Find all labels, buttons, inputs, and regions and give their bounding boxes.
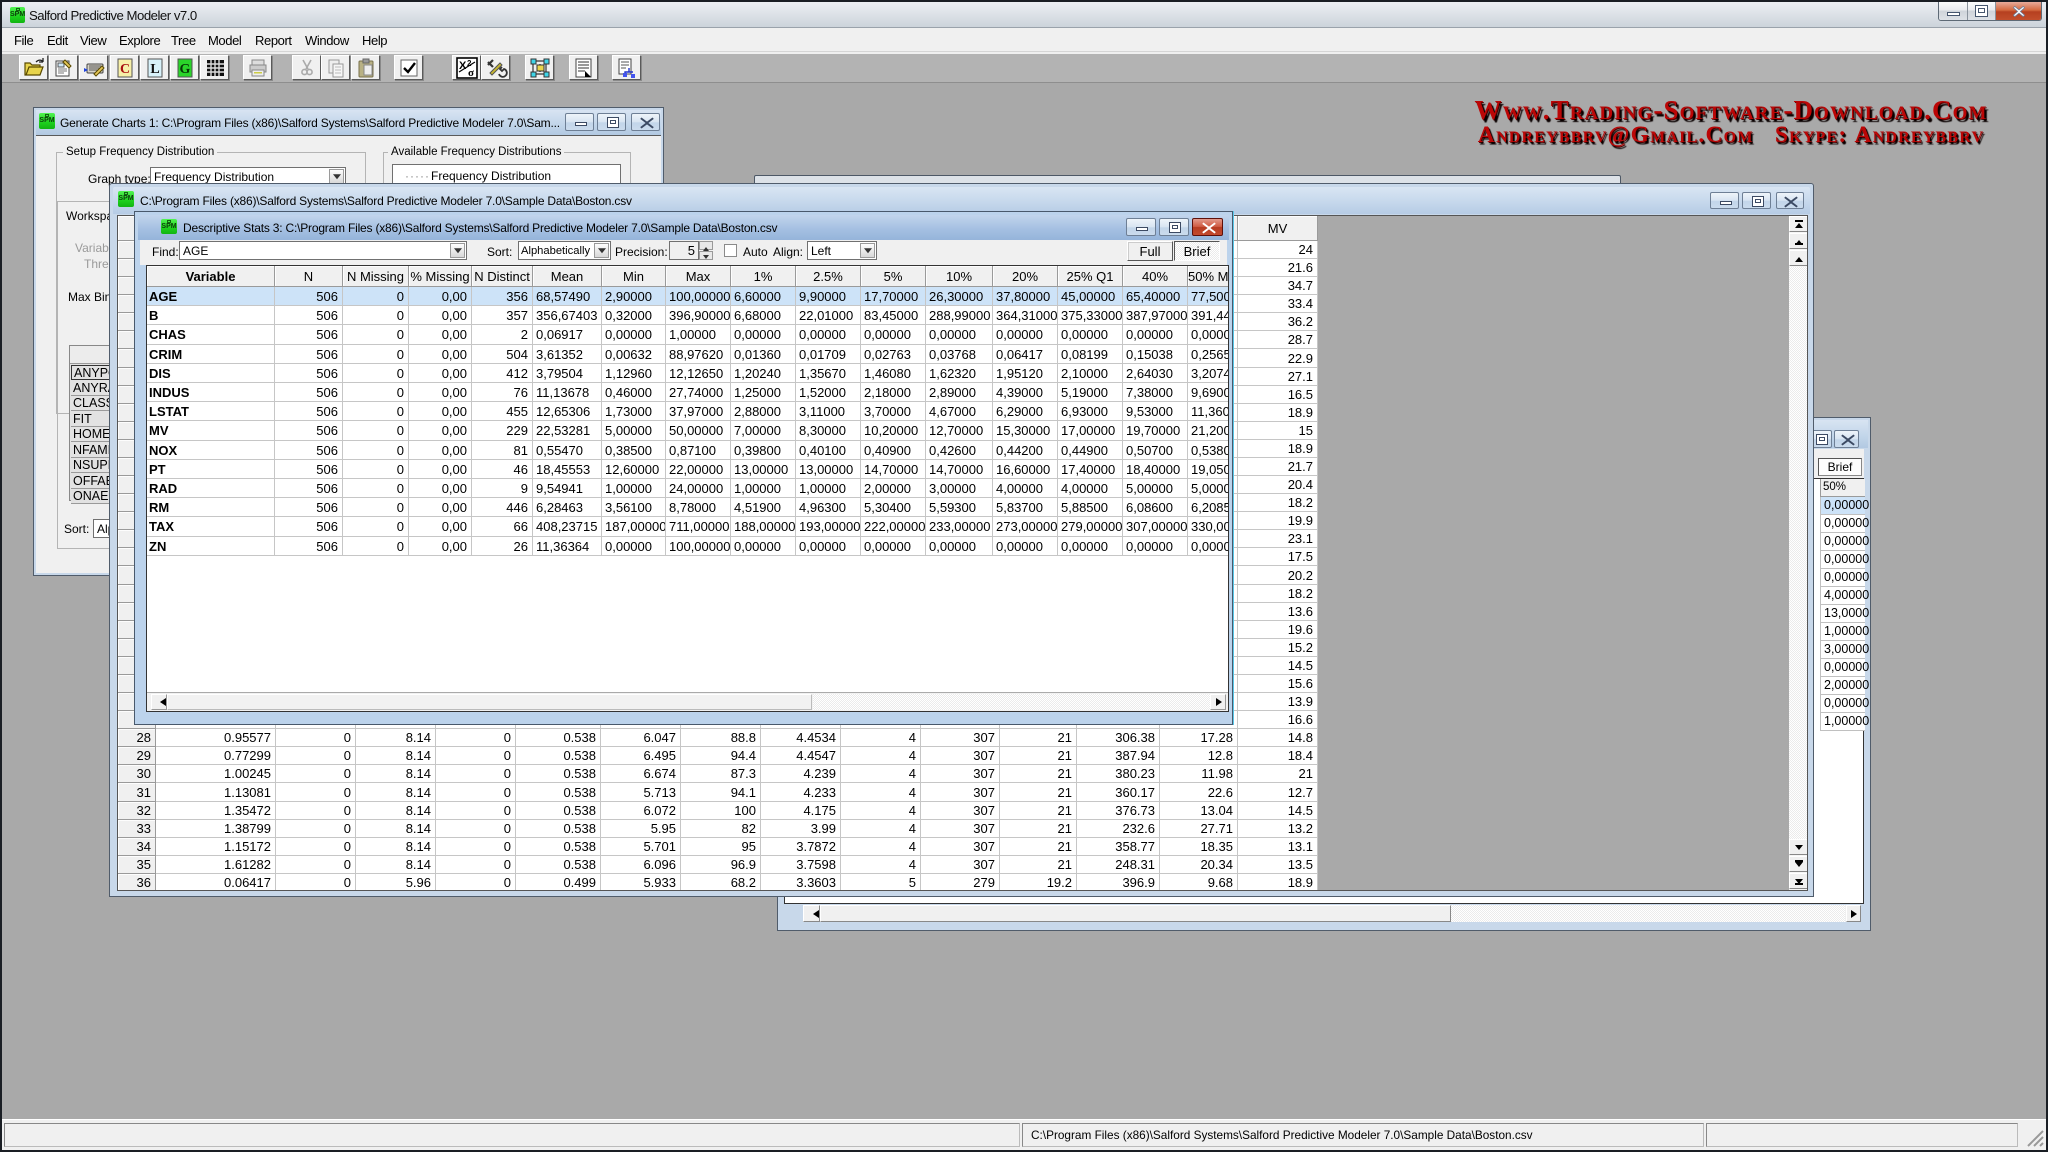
svg-text:C: C <box>120 62 130 77</box>
svg-text:L: L <box>150 62 159 77</box>
svg-text:G: G <box>180 62 191 77</box>
svg-text:σ: σ <box>468 67 474 79</box>
